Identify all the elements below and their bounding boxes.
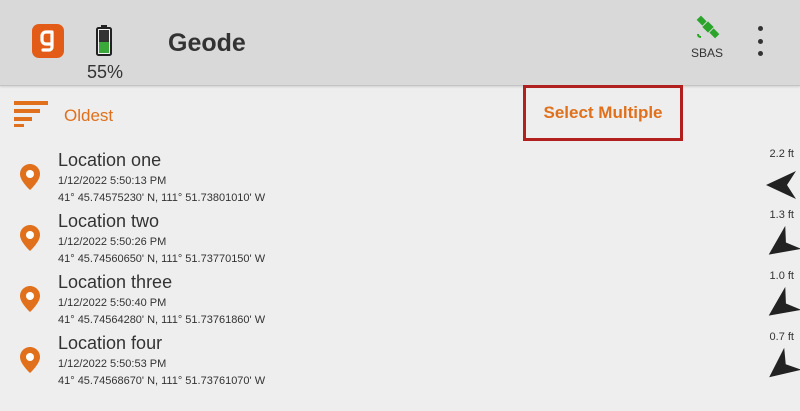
app-title: Geode bbox=[168, 29, 246, 57]
location-name: Location four bbox=[58, 333, 163, 353]
location-timestamp: 1/12/2022 5:50:40 PM bbox=[58, 297, 167, 309]
location-list-item[interactable]: Location three 1/12/2022 5:50:40 PM 41° … bbox=[0, 270, 800, 331]
location-timestamp: 1/12/2022 5:50:53 PM bbox=[58, 358, 167, 370]
location-pin-icon bbox=[20, 347, 40, 373]
direction-arrow-icon bbox=[768, 225, 800, 255]
sbas-status-label[interactable]: SBAS bbox=[684, 46, 730, 60]
battery-percentage: 55% bbox=[86, 62, 124, 82]
location-list-item[interactable]: Location four 1/12/2022 5:50:53 PM 41° 4… bbox=[0, 331, 800, 392]
satellite-icon[interactable] bbox=[693, 12, 723, 42]
location-distance: 1.0 ft bbox=[769, 270, 794, 282]
more-vert-icon[interactable] bbox=[748, 26, 772, 56]
select-multiple-button[interactable]: Select Multiple bbox=[523, 85, 683, 141]
location-name: Location two bbox=[58, 211, 160, 231]
location-timestamp: 1/12/2022 5:50:13 PM bbox=[58, 175, 167, 187]
location-coordinates: 41° 45.74564280' N, 111° 51.73761860' W bbox=[58, 314, 266, 326]
location-coordinates: 41° 45.74575230' N, 111° 51.73801010' W bbox=[58, 192, 266, 204]
location-distance: 1.3 ft bbox=[769, 209, 794, 221]
menu-dot bbox=[757, 51, 763, 56]
location-pin-icon bbox=[20, 286, 40, 312]
menu-dot bbox=[757, 38, 763, 44]
direction-arrow-icon bbox=[768, 286, 800, 316]
menu-dot bbox=[757, 26, 763, 31]
location-timestamp: 1/12/2022 5:50:26 PM bbox=[58, 236, 167, 248]
location-name: Location one bbox=[58, 150, 162, 170]
location-coordinates: 41° 45.74560650' N, 111° 51.73770150' W bbox=[58, 253, 266, 265]
location-pin-icon bbox=[20, 225, 40, 251]
location-distance: 0.7 ft bbox=[769, 331, 794, 343]
direction-arrow-icon bbox=[769, 347, 800, 378]
location-coordinates: 41° 45.74568670' N, 111° 51.73761070' W bbox=[58, 375, 266, 387]
location-name: Location three bbox=[58, 272, 173, 292]
location-pin-icon bbox=[20, 164, 40, 190]
battery-icon bbox=[96, 25, 112, 56]
location-list-item[interactable]: Location two 1/12/2022 5:50:26 PM 41° 45… bbox=[0, 209, 800, 270]
app-bar: 55% Geode SBAS bbox=[0, 0, 800, 86]
sort-icon[interactable] bbox=[14, 101, 48, 127]
logo-g-glyph bbox=[40, 30, 54, 52]
direction-arrow-icon bbox=[766, 171, 796, 199]
location-list-item[interactable]: Location one 1/12/2022 5:50:13 PM 41° 45… bbox=[0, 148, 800, 209]
sort-order-button[interactable]: Oldest bbox=[64, 106, 113, 126]
location-distance: 2.2 ft bbox=[769, 148, 794, 160]
geode-app-logo-icon bbox=[32, 24, 64, 58]
